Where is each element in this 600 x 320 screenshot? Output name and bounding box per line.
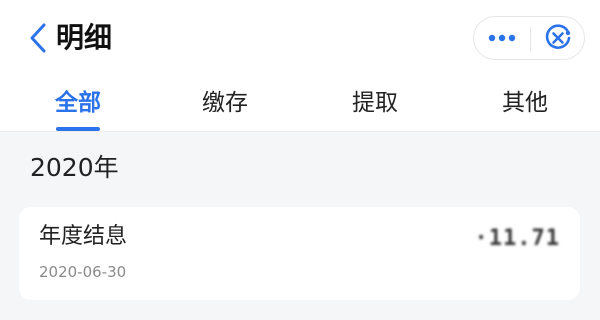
record-date: 2020-06-30 xyxy=(39,263,127,281)
tab-all[interactable]: 全部 xyxy=(18,86,138,126)
navigation-bar: 明细 xyxy=(0,0,600,80)
header-divider xyxy=(0,131,600,132)
back-button[interactable] xyxy=(28,22,50,54)
close-circle-icon xyxy=(545,24,571,49)
more-button[interactable] xyxy=(474,17,530,59)
tab-deposit[interactable]: 缴存 xyxy=(165,86,285,126)
tab-withdraw[interactable]: 提取 xyxy=(315,86,435,126)
record-title: 年度结息 xyxy=(39,224,128,249)
more-dots-icon xyxy=(488,34,516,42)
page-title: 明细 xyxy=(56,21,113,54)
top-panel: 明细 全部 缴存 提取 其他 xyxy=(0,0,600,132)
section-year-heading: 2020年 xyxy=(30,153,119,182)
record-card[interactable]: 年度结息 2020-06-30 ·11.71 xyxy=(19,207,580,300)
tab-other[interactable]: 其他 xyxy=(465,86,585,126)
chevron-left-icon xyxy=(30,23,46,53)
close-button[interactable] xyxy=(531,17,585,59)
filter-tabs: 全部 缴存 提取 其他 xyxy=(0,80,600,132)
record-amount: ·11.71 xyxy=(474,226,560,251)
mini-program-capsule xyxy=(473,16,585,60)
